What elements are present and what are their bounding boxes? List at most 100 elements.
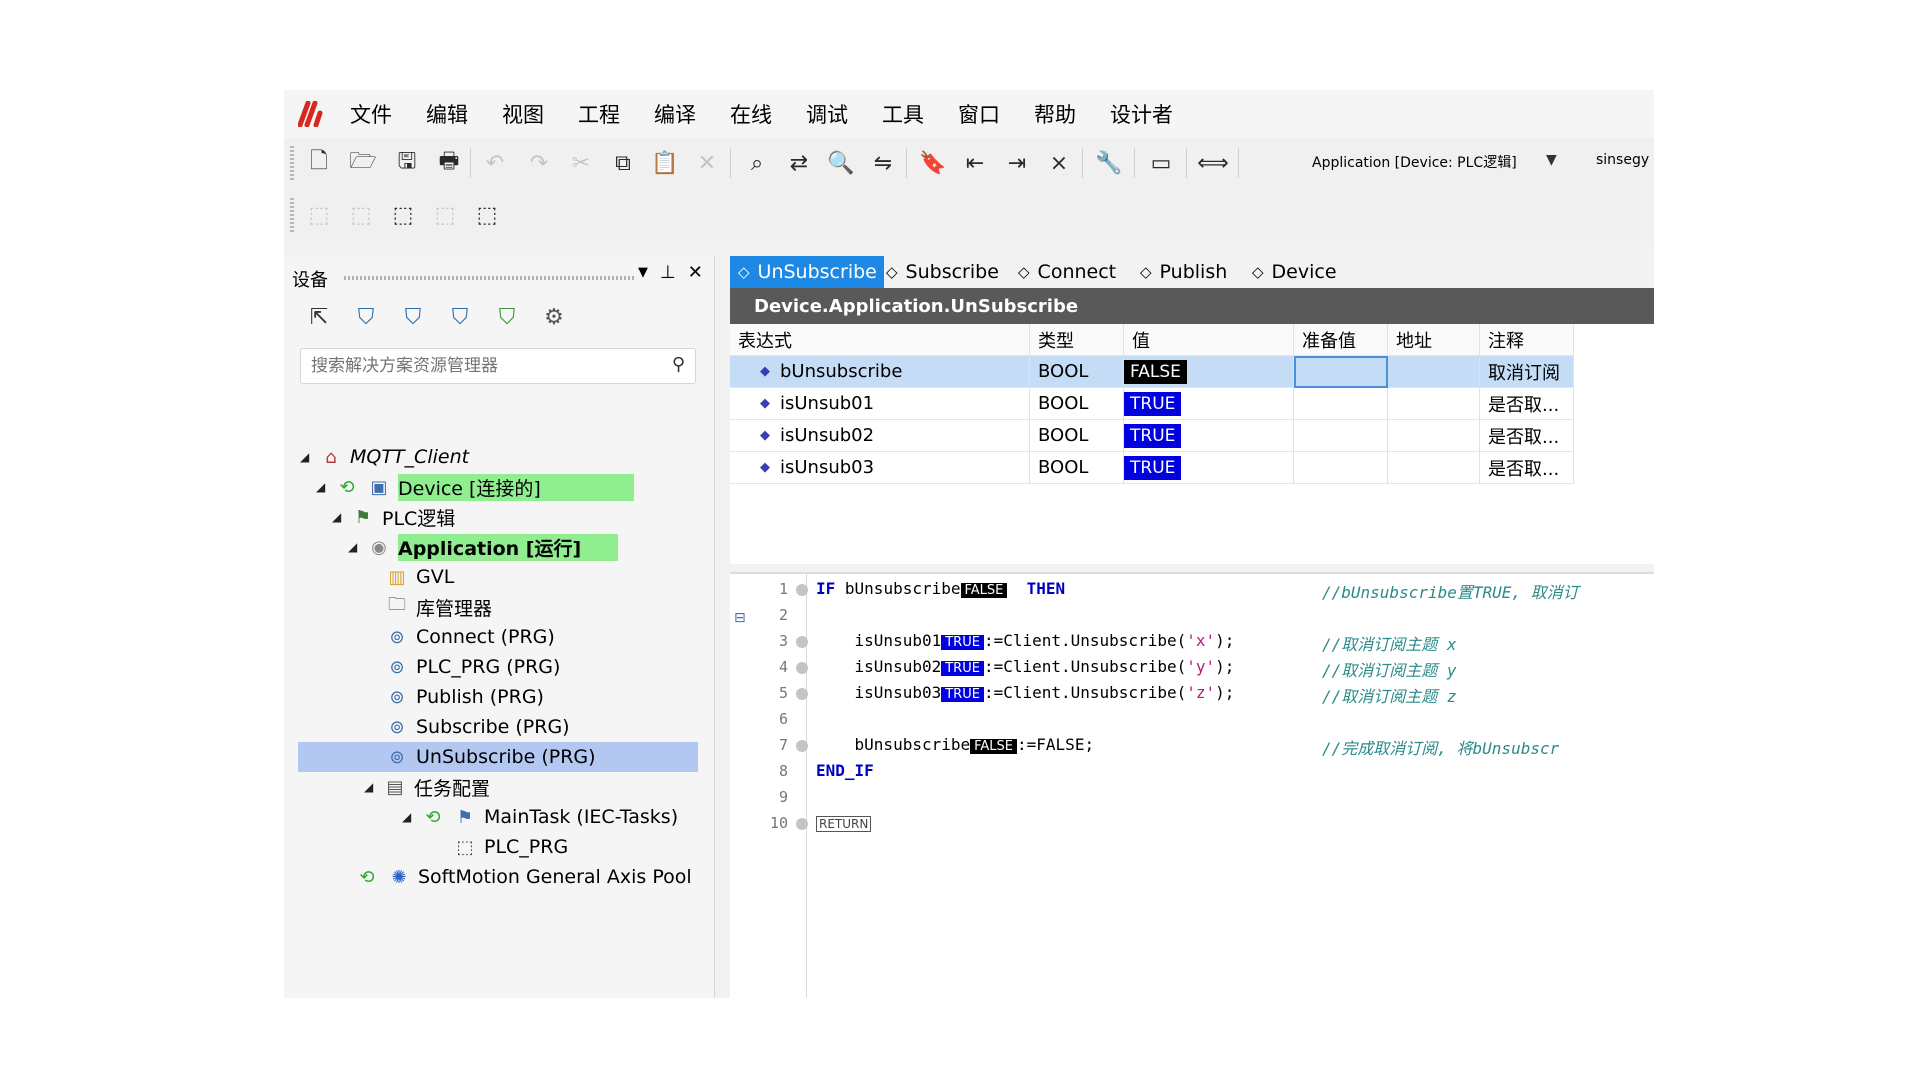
tab-unsubscribe[interactable]: ◇ UnSubscribe ✕: [730, 256, 900, 288]
panel-drag-handle[interactable]: [344, 276, 634, 280]
breakpoint-marker[interactable]: [796, 584, 808, 596]
tree-item-connect-prg[interactable]: ⊚ Connect (PRG): [384, 622, 554, 652]
cell-value[interactable]: TRUE: [1124, 452, 1294, 484]
menu-tools[interactable]: 工具: [882, 99, 941, 129]
search-icon[interactable]: ⚲: [672, 354, 685, 375]
menu-edit[interactable]: 编辑: [426, 99, 485, 129]
code-editor[interactable]: ⊟ 1 2 3 4 5 6 7 8 9 10 IF bUnsubscribe FA…: [730, 572, 1654, 998]
column-header-address[interactable]: 地址: [1388, 324, 1480, 356]
pin-icon[interactable]: ⊥: [660, 262, 676, 283]
code-icon[interactable]: ⟺: [1197, 148, 1229, 178]
undo-icon[interactable]: ↶: [480, 148, 510, 178]
tree-item-library-manager[interactable]: 🗀 库管理器: [384, 592, 492, 622]
menu-view[interactable]: 视图: [502, 99, 561, 129]
toolbar-grip[interactable]: [290, 198, 294, 234]
replace-icon[interactable]: ⇋: [868, 148, 898, 178]
column-header-expression[interactable]: 表达式: [730, 324, 1030, 356]
chevron-down-icon[interactable]: ◢: [332, 510, 350, 524]
menu-online[interactable]: 在线: [730, 99, 789, 129]
next-bookmark-icon[interactable]: ⇥: [1002, 148, 1032, 178]
wrench-icon[interactable]: 🔧: [1094, 148, 1124, 178]
tree-item-subscribe-prg[interactable]: ⊚ Subscribe (PRG): [384, 712, 569, 742]
column-header-prepared-value[interactable]: 准备值: [1294, 324, 1388, 356]
chevron-down-icon[interactable]: ◢: [300, 450, 318, 464]
find-in-file-icon[interactable]: 🔍: [826, 148, 856, 178]
table-row[interactable]: ◆ isUnsub03: [730, 452, 1030, 484]
clear-bookmarks-icon[interactable]: ⨯: [1044, 148, 1074, 178]
find-icon[interactable]: ⌕: [742, 148, 772, 178]
paste-icon[interactable]: 📋: [650, 148, 680, 178]
breakpoint-marker[interactable]: [796, 662, 808, 674]
cut-icon[interactable]: ✂: [566, 148, 596, 178]
save-icon[interactable]: 🖫: [392, 148, 422, 178]
menu-build[interactable]: 编译: [654, 99, 713, 129]
new-project-icon[interactable]: 🗋: [304, 148, 334, 178]
tab-publish[interactable]: ◇ Publish: [1140, 256, 1227, 288]
menu-debug[interactable]: 调试: [806, 99, 865, 129]
inline-value[interactable]: FALSE: [970, 739, 1018, 754]
table-row[interactable]: ◆ isUnsub01: [730, 388, 1030, 420]
tab-subscribe[interactable]: ◇ Subscribe: [886, 256, 999, 288]
search-input[interactable]: [301, 349, 653, 383]
tree-item-device[interactable]: ◢ ⟲ ▣ Device [连接的]: [316, 472, 634, 502]
tree-item-project[interactable]: ◢ ⌂ MQTT_Client: [300, 442, 469, 472]
filter-icon[interactable]: ⛉: [445, 302, 475, 332]
tree-item-application[interactable]: ◢ ◉ Application [运行]: [348, 532, 618, 562]
column-header-value[interactable]: 值: [1124, 324, 1294, 356]
chevron-down-icon[interactable]: ◢: [364, 780, 382, 794]
chevron-down-icon[interactable]: ◢: [348, 540, 366, 554]
table-row[interactable]: ◆ bUnsubscribe: [730, 356, 1030, 388]
toolbar-grip[interactable]: [290, 146, 294, 182]
breakpoint-marker[interactable]: [796, 818, 808, 830]
menu-window[interactable]: 窗口: [958, 99, 1017, 129]
breakpoint-marker[interactable]: [796, 688, 808, 700]
prev-bookmark-icon[interactable]: ⇤: [960, 148, 990, 178]
table-row[interactable]: ◆ isUnsub02: [730, 420, 1030, 452]
breakpoint-marker[interactable]: [796, 740, 808, 752]
redo-icon[interactable]: ↷: [524, 148, 554, 178]
tree-item-task-config[interactable]: ◢ ▤ 任务配置: [364, 772, 490, 802]
inline-value[interactable]: TRUE: [941, 635, 984, 650]
breakpoint-marker[interactable]: [796, 636, 808, 648]
page-icon[interactable]: ⬚: [388, 200, 418, 230]
inline-value[interactable]: FALSE: [960, 583, 1008, 598]
column-header-comment[interactable]: 注释: [1480, 324, 1574, 356]
settings-icon[interactable]: ⚙: [539, 302, 569, 332]
copy-icon[interactable]: ⧉: [608, 148, 638, 178]
prepared-value-cell[interactable]: [1294, 420, 1388, 452]
chevron-down-icon[interactable]: ◢: [316, 480, 334, 494]
filter-icon[interactable]: ⛉: [492, 302, 522, 332]
tree-item-plc-prg-call[interactable]: ⬚ PLC_PRG: [452, 832, 568, 862]
page-icon[interactable]: ⬚: [430, 200, 460, 230]
active-application-combo[interactable]: Application [Device: PLC逻辑]: [1312, 152, 1552, 176]
delete-icon[interactable]: ✕: [692, 148, 722, 178]
chevron-down-icon[interactable]: ▼: [638, 265, 648, 283]
tab-device[interactable]: ◇ Device: [1252, 256, 1337, 288]
prepared-value-cell[interactable]: [1294, 388, 1388, 420]
cell-value[interactable]: TRUE: [1124, 420, 1294, 452]
filter-icon[interactable]: ⛉: [398, 302, 428, 332]
chevron-down-icon[interactable]: ▼: [1546, 152, 1557, 168]
prepared-value-cell[interactable]: [1294, 452, 1388, 484]
tree-item-softmotion-pool[interactable]: ⟲ ✺ SoftMotion General Axis Pool: [354, 862, 691, 892]
menu-designer[interactable]: 设计者: [1110, 99, 1190, 129]
filter-icon[interactable]: ⛉: [351, 302, 381, 332]
print-icon[interactable]: 🖶: [434, 148, 464, 178]
inline-value[interactable]: TRUE: [941, 687, 984, 702]
tree-item-gvl[interactable]: ▥ GVL: [384, 562, 454, 592]
open-folder-icon[interactable]: 🗁: [348, 148, 378, 178]
menu-help[interactable]: 帮助: [1034, 99, 1093, 129]
prepared-value-input[interactable]: [1294, 356, 1388, 388]
export-icon[interactable]: ⇱: [304, 302, 334, 332]
column-header-type[interactable]: 类型: [1030, 324, 1124, 356]
page-icon[interactable]: ⬚: [304, 200, 334, 230]
tree-item-publish-prg[interactable]: ⊚ Publish (PRG): [384, 682, 544, 712]
tree-item-maintask[interactable]: ◢ ⟲ ⚑ MainTask (IEC-Tasks): [402, 802, 678, 832]
menu-file[interactable]: 文件: [350, 99, 409, 129]
tree-item-plc-logic[interactable]: ◢ ⚑ PLC逻辑: [332, 502, 455, 532]
close-icon[interactable]: ✕: [688, 262, 703, 283]
page-icon[interactable]: ⬚: [472, 200, 502, 230]
cell-value[interactable]: FALSE: [1124, 356, 1294, 388]
find-replace-icon[interactable]: ⇄: [784, 148, 814, 178]
cell-value[interactable]: TRUE: [1124, 388, 1294, 420]
